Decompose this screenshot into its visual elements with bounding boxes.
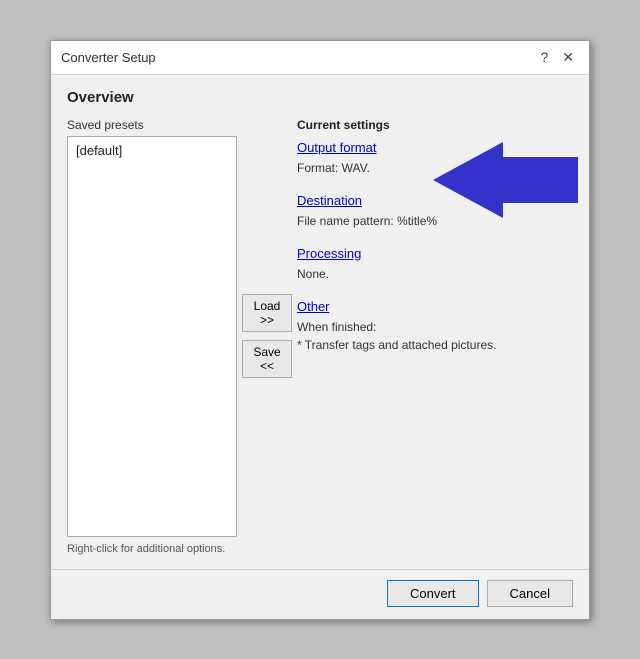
other-detail-line1: When finished: <box>297 320 376 334</box>
title-bar: Converter Setup ? ✕ <box>51 41 589 75</box>
current-settings-label: Current settings <box>297 118 573 132</box>
output-format-link[interactable]: Output format <box>297 140 376 155</box>
title-bar-controls: ? ✕ <box>535 47 579 68</box>
overview-heading: Overview <box>67 89 573 106</box>
converter-setup-dialog: Converter Setup ? ✕ Overview Saved prese… <box>50 40 590 620</box>
destination-section: Destination File name pattern: %title% <box>297 193 573 230</box>
other-detail: When finished: * Transfer tags and attac… <box>297 318 573 354</box>
main-area: Saved presets [default] Right-click for … <box>67 118 573 555</box>
dialog-title: Converter Setup <box>61 50 156 65</box>
other-link[interactable]: Other <box>297 299 330 314</box>
help-button[interactable]: ? <box>535 47 553 67</box>
other-section: Other When finished: * Transfer tags and… <box>297 299 573 354</box>
convert-button[interactable]: Convert <box>387 580 479 607</box>
preset-item-default[interactable]: [default] <box>72 141 232 160</box>
other-detail-line2: * Transfer tags and attached pictures. <box>297 338 496 352</box>
save-button[interactable]: Save << <box>242 340 292 378</box>
presets-list[interactable]: [default] <box>67 136 237 537</box>
right-click-hint: Right-click for additional options. <box>67 543 237 555</box>
cancel-button[interactable]: Cancel <box>487 580 573 607</box>
output-format-section: Output format Format: WAV. <box>297 140 573 177</box>
dialog-content: Overview Saved presets [default] Right-c… <box>51 75 589 569</box>
close-button[interactable]: ✕ <box>557 47 579 68</box>
dialog-footer: Convert Cancel <box>51 569 589 619</box>
middle-buttons: Load >> Save << <box>237 118 297 555</box>
load-button[interactable]: Load >> <box>242 294 292 332</box>
processing-link[interactable]: Processing <box>297 246 361 261</box>
title-bar-left: Converter Setup <box>61 50 156 65</box>
processing-section: Processing None. <box>297 246 573 283</box>
right-panel: Current settings Output format Format: W… <box>297 118 573 555</box>
destination-detail: File name pattern: %title% <box>297 212 573 230</box>
left-panel: Saved presets [default] Right-click for … <box>67 118 237 555</box>
output-format-detail: Format: WAV. <box>297 159 573 177</box>
processing-detail: None. <box>297 265 573 283</box>
presets-label: Saved presets <box>67 118 237 132</box>
destination-link[interactable]: Destination <box>297 193 362 208</box>
